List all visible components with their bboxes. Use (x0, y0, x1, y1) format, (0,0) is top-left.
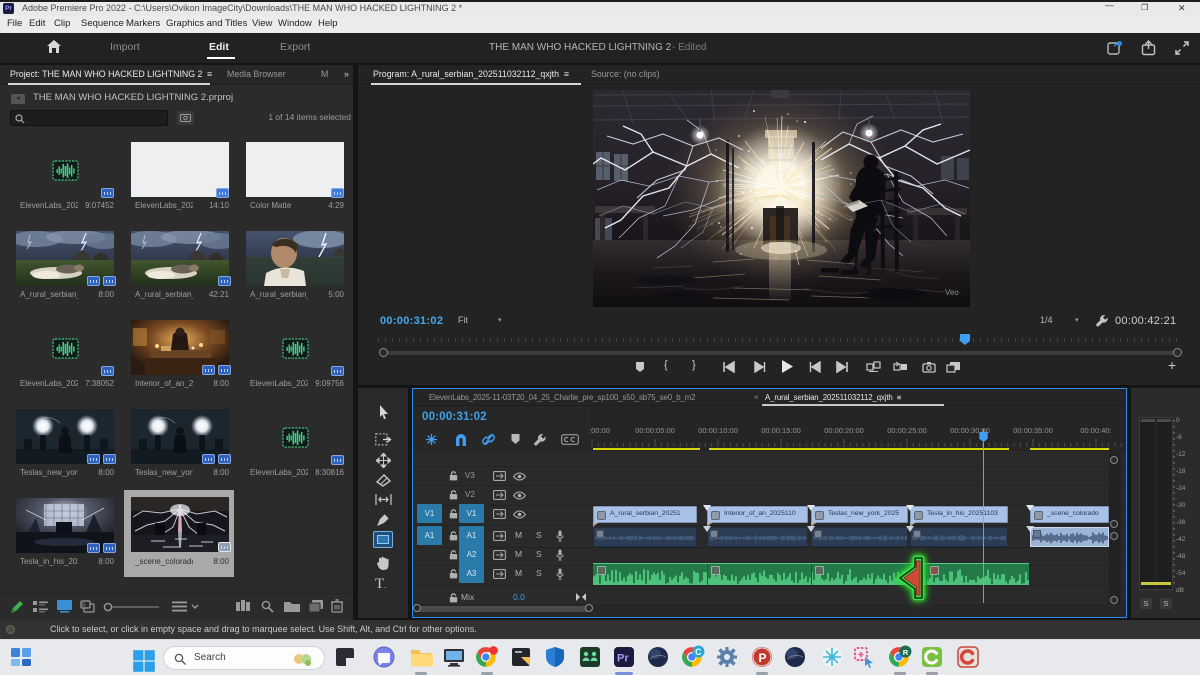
svg-text:P: P (759, 651, 767, 665)
svg-text:Pr: Pr (617, 653, 629, 665)
svg-text:C: C (695, 647, 702, 657)
svg-text:Veo: Veo (945, 288, 959, 297)
svg-text:R: R (903, 648, 909, 657)
svg-text:fi: fi (82, 603, 85, 609)
